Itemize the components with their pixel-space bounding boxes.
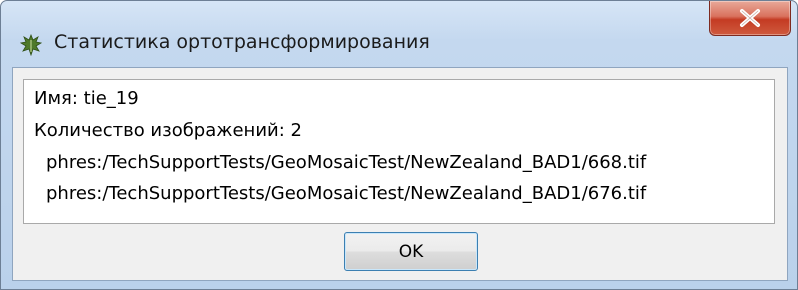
statistics-panel: Имя: tie_19 Количество изображений: 2 ph… xyxy=(23,79,775,224)
window-title: Статистика ортотрансформирования xyxy=(54,31,430,53)
ok-button[interactable]: OK xyxy=(344,232,478,271)
image-count-label: Количество изображений: 2 xyxy=(34,120,302,141)
leaf-icon xyxy=(19,33,43,57)
dialog-body: Имя: tie_19 Количество изображений: 2 ph… xyxy=(12,67,788,281)
close-icon xyxy=(740,9,760,27)
image-path: phres:/TechSupportTests/GeoMosaicTest/Ne… xyxy=(46,152,647,173)
close-button[interactable] xyxy=(709,1,791,36)
dialog-window: Статистика ортотрансформирования Имя: ti… xyxy=(0,0,798,290)
title-bar[interactable]: Статистика ортотрансформирования xyxy=(1,1,797,59)
name-label: Имя: tie_19 xyxy=(34,88,139,109)
image-path: phres:/TechSupportTests/GeoMosaicTest/Ne… xyxy=(46,183,647,204)
